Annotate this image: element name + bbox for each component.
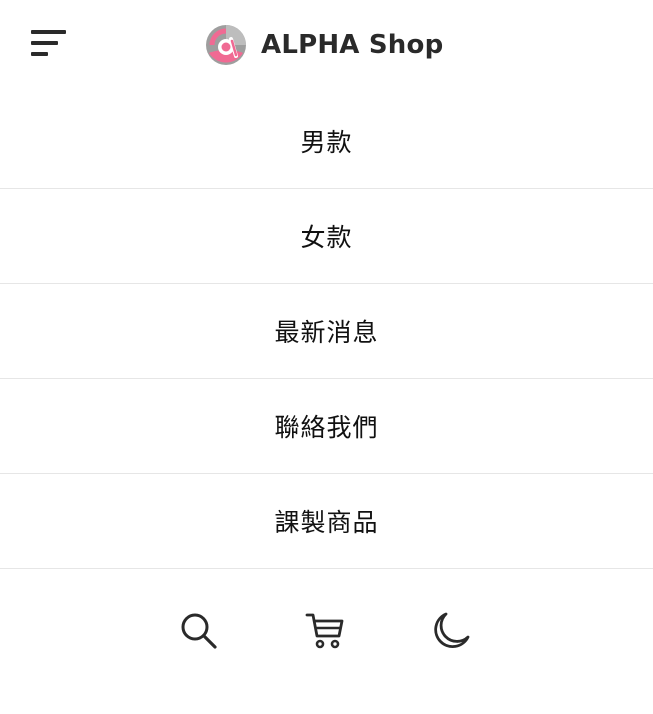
site-header: ALPHA Shop (0, 0, 653, 92)
search-icon (181, 613, 217, 649)
menu-icon-line (31, 52, 48, 56)
nav-item-mens[interactable]: 男款 (0, 94, 653, 189)
main-nav: 男款 女款 最新消息 聯絡我們 課製商品 (0, 94, 653, 569)
nav-item-womens[interactable]: 女款 (0, 189, 653, 284)
search-button[interactable] (173, 605, 225, 657)
nav-item-label: 課製商品 (274, 508, 379, 537)
brand-name: ALPHA Shop (261, 30, 444, 60)
alpha-logo-icon (206, 25, 246, 65)
nav-item-contact[interactable]: 聯絡我們 (0, 379, 653, 474)
nav-item-label: 聯絡我們 (274, 413, 379, 442)
theme-toggle-button[interactable] (425, 605, 477, 657)
action-bar (0, 605, 653, 657)
menu-icon-line (31, 30, 66, 34)
nav-item-label: 女款 (300, 223, 353, 252)
nav-item-label: 男款 (300, 128, 353, 157)
nav-item-label: 最新消息 (274, 318, 379, 347)
menu-toggle-button[interactable] (28, 28, 68, 60)
cart-icon (305, 613, 344, 649)
moon-icon (434, 612, 470, 649)
nav-item-custom-products[interactable]: 課製商品 (0, 474, 653, 569)
menu-icon-line (31, 41, 58, 45)
nav-item-news[interactable]: 最新消息 (0, 284, 653, 379)
brand-link[interactable]: ALPHA Shop (204, 23, 443, 67)
cart-button[interactable] (299, 605, 351, 657)
